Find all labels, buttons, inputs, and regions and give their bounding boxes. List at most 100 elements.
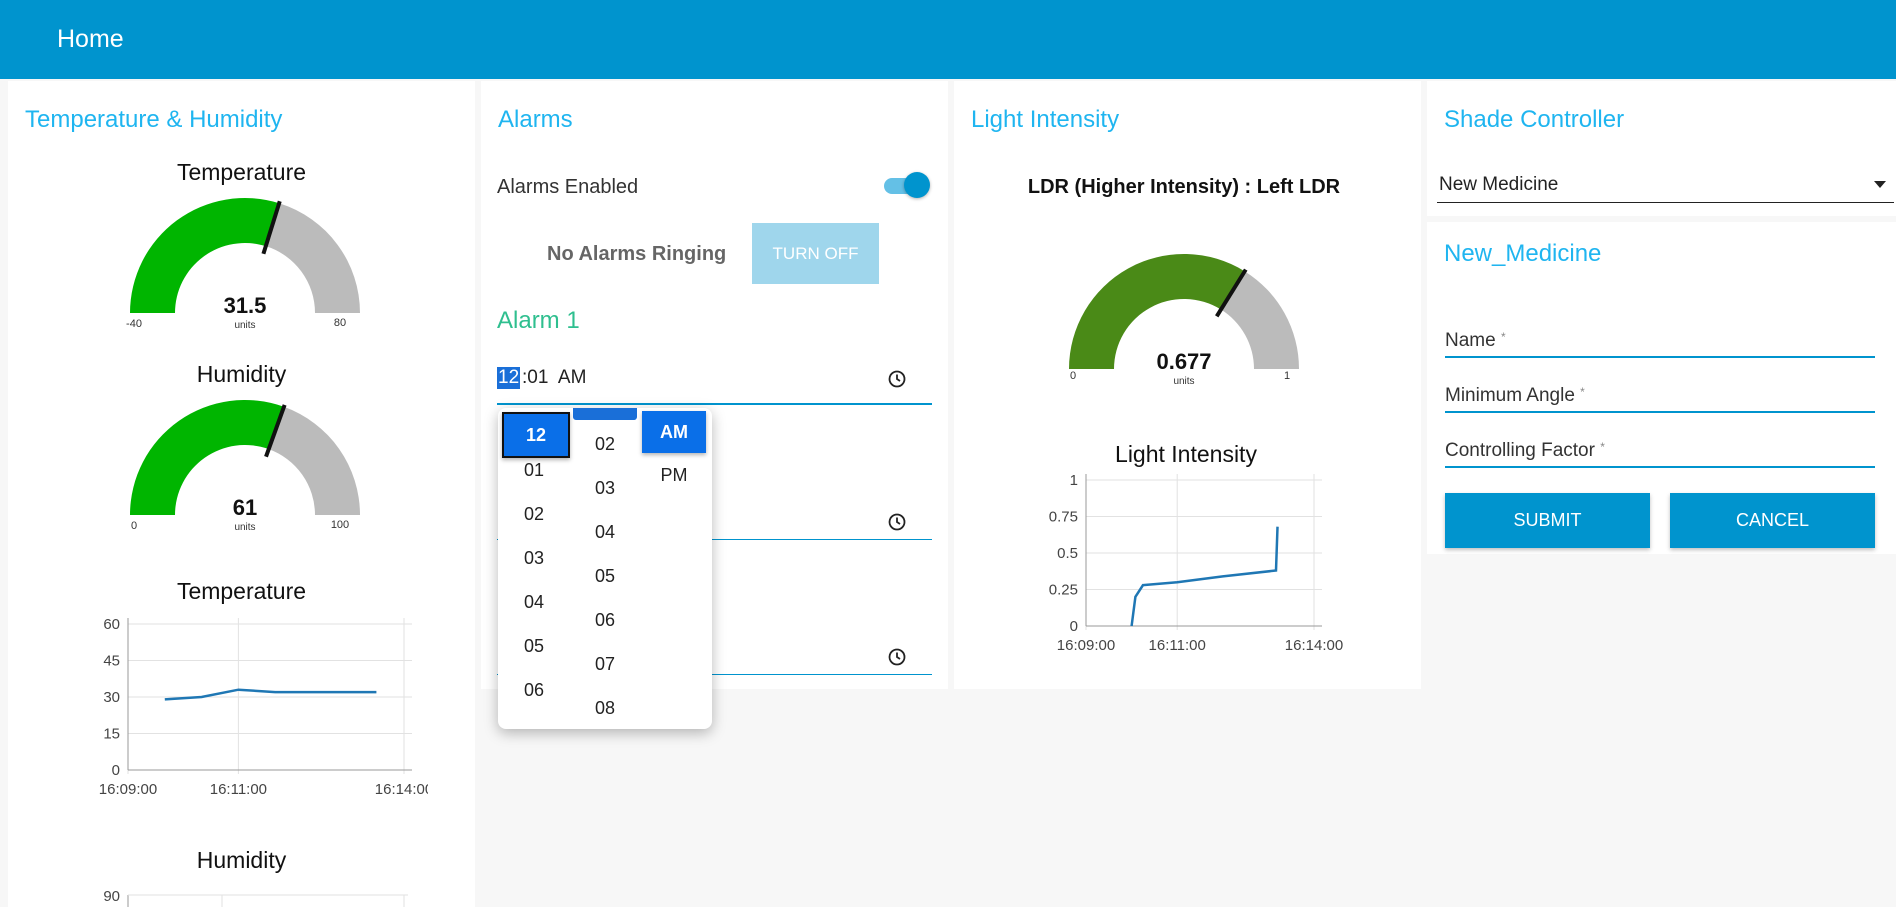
clock-icon[interactable] [887, 369, 907, 389]
light-gauge-max: 1 [1283, 370, 1291, 382]
light-gauge-units: units [1173, 376, 1195, 387]
light-chart-y-tick: 0 [1070, 618, 1078, 635]
submit-button[interactable]: SUBMIT [1445, 493, 1650, 548]
humidity-gauge-title: Humidity [196, 361, 287, 387]
alarm1-hour-segment[interactable]: 12 [497, 367, 521, 389]
time-picker-dropdown: 12 01 02 03 04 05 06 02 03 04 05 06 07 08 AM PM [498, 408, 712, 729]
temperature-gauge-max: 80 [333, 317, 347, 329]
hour-option[interactable]: 05 [502, 633, 566, 659]
temperature-gauge-min: -40 [126, 318, 142, 330]
toggle-knob [904, 172, 930, 198]
light-gauge-value: 0.677 [1156, 349, 1212, 374]
humidity-chart-y-tick: 90 [103, 888, 120, 905]
temperature-chart-series-line [164, 688, 377, 701]
temperature-chart-y-tick: 15 [103, 726, 120, 743]
controlling-factor-field-label-text: Controlling Factor [1445, 440, 1595, 461]
light-chart-x-tick: 16:09:00 [1057, 637, 1115, 654]
minute-option[interactable]: 05 [573, 563, 637, 589]
minimum-angle-field-label-text: Minimum Angle [1445, 385, 1575, 406]
minute-option[interactable]: 04 [573, 519, 637, 545]
humidity-gauge-max: 100 [330, 519, 350, 531]
hour-option[interactable]: 04 [502, 589, 566, 615]
card-title-alarms: Alarms [498, 106, 573, 133]
humidity-chart: 90 [103, 888, 408, 907]
temperature-gauge-value: 31.5 [223, 293, 267, 318]
required-asterisk: * [1600, 440, 1605, 454]
humidity-gauge: 61 units 0 100 [125, 395, 365, 535]
clock-icon[interactable] [887, 647, 907, 667]
temperature-chart-y-tick: 0 [112, 762, 120, 779]
hour-option[interactable]: 03 [502, 545, 566, 571]
alarm1-label: Alarm 1 [497, 307, 580, 334]
temperature-chart-x-tick: 16:09:00 [99, 781, 157, 797]
light-gauge-min: 0 [1069, 370, 1077, 382]
minute-option[interactable]: 03 [573, 475, 637, 501]
required-asterisk: * [1500, 330, 1506, 344]
shade-select-value: New Medicine [1439, 174, 1559, 195]
hour-option[interactable]: 12 [502, 412, 570, 458]
cancel-button[interactable]: CANCEL [1670, 493, 1875, 548]
minimum-angle-field[interactable] [1445, 411, 1875, 413]
new-medicine-card: New_Medicine Name * Minimum Angle * Cont… [1427, 222, 1896, 554]
temperature-chart-y-tick: 45 [103, 653, 120, 670]
temperature-chart-x-tick: 16:14:00 [375, 781, 428, 797]
alarm-status-text: No Alarms Ringing [547, 243, 727, 265]
alarm1-time-rest: :01 AM [522, 367, 587, 388]
ampm-option[interactable]: PM [642, 462, 706, 488]
humidity-chart-title: Humidity [196, 847, 287, 873]
ampm-option[interactable]: AM [642, 411, 706, 453]
alarms-enabled-label: Alarms Enabled [497, 176, 639, 198]
minute-option[interactable]: 02 [573, 431, 637, 457]
light-intensity-chart: 1 0.75 0.5 0.25 0 16:09:00 16:11:00 16:14:00 [1049, 472, 1343, 654]
minute-option[interactable]: 06 [573, 607, 637, 633]
temp-humidity-card: Temperature & Humidity Temperature 31.5 … [8, 81, 475, 907]
alarm1-time-input[interactable]: 12 :01 AM [497, 367, 912, 397]
clock-icon[interactable] [887, 512, 907, 532]
temperature-chart-title: Temperature [176, 578, 307, 604]
temperature-chart-y-tick: 30 [103, 689, 120, 706]
turn-off-button[interactable]: TURN OFF [752, 223, 879, 284]
hour-option[interactable]: 02 [502, 501, 566, 527]
required-asterisk: * [1580, 385, 1585, 399]
card-title-temp-humidity: Temperature & Humidity [25, 106, 283, 133]
ldr-label: LDR (Higher Intensity) : Left LDR [1027, 176, 1341, 198]
humidity-gauge-min: 0 [130, 520, 138, 532]
minute-option[interactable]: 08 [573, 695, 637, 721]
temperature-chart-y-tick: 60 [103, 616, 120, 633]
controlling-factor-field-label: Controlling Factor * [1445, 440, 1605, 462]
name-field[interactable] [1445, 356, 1875, 358]
light-chart-series-line [1130, 526, 1279, 627]
card-title-new-medicine: New_Medicine [1444, 240, 1602, 267]
chevron-down-icon [1874, 181, 1886, 188]
alarm1-time-underline [497, 403, 932, 405]
humidity-gauge-value: 61 [232, 495, 258, 520]
page-title: Home [57, 25, 124, 53]
card-title-light-intensity: Light Intensity [971, 106, 1120, 133]
controlling-factor-field[interactable] [1445, 466, 1875, 468]
temperature-chart: 60 45 30 15 0 16:09:00 16:11:00 16:14:00 [99, 616, 428, 797]
temperature-gauge-title: Temperature [176, 159, 307, 185]
light-intensity-card: Light Intensity LDR (Higher Intensity) :… [954, 81, 1421, 689]
hour-option[interactable]: 01 [502, 457, 566, 483]
name-field-label-text: Name [1445, 330, 1496, 351]
temperature-chart-x-tick: 16:11:00 [210, 781, 267, 797]
alarms-enabled-toggle[interactable] [884, 172, 930, 198]
light-gauge: 0.677 units 0 1 [1064, 249, 1304, 389]
minimum-angle-field-label: Minimum Angle * [1445, 385, 1585, 407]
hour-option[interactable]: 06 [502, 677, 566, 703]
light-chart-y-tick: 1 [1070, 472, 1078, 489]
card-title-shade-controller: Shade Controller [1444, 106, 1625, 133]
shade-controller-card: Shade Controller New Medicine [1427, 81, 1896, 216]
top-app-bar: Home [0, 0, 1896, 79]
light-chart-x-tick: 16:14:00 [1285, 637, 1343, 654]
light-chart-x-tick: 16:11:00 [1149, 637, 1206, 654]
name-field-label: Name * [1445, 330, 1506, 352]
light-chart-title: Light Intensity [1115, 441, 1257, 467]
minute-option[interactable]: 07 [573, 651, 637, 677]
light-chart-y-tick: 0.75 [1049, 509, 1078, 526]
light-chart-y-tick: 0.25 [1049, 582, 1078, 599]
temperature-gauge: 31.5 units -40 80 [125, 193, 365, 333]
shade-select[interactable]: New Medicine [1437, 174, 1894, 203]
light-chart-y-tick: 0.5 [1057, 545, 1078, 562]
minutes-scroll-indicator [573, 408, 637, 420]
